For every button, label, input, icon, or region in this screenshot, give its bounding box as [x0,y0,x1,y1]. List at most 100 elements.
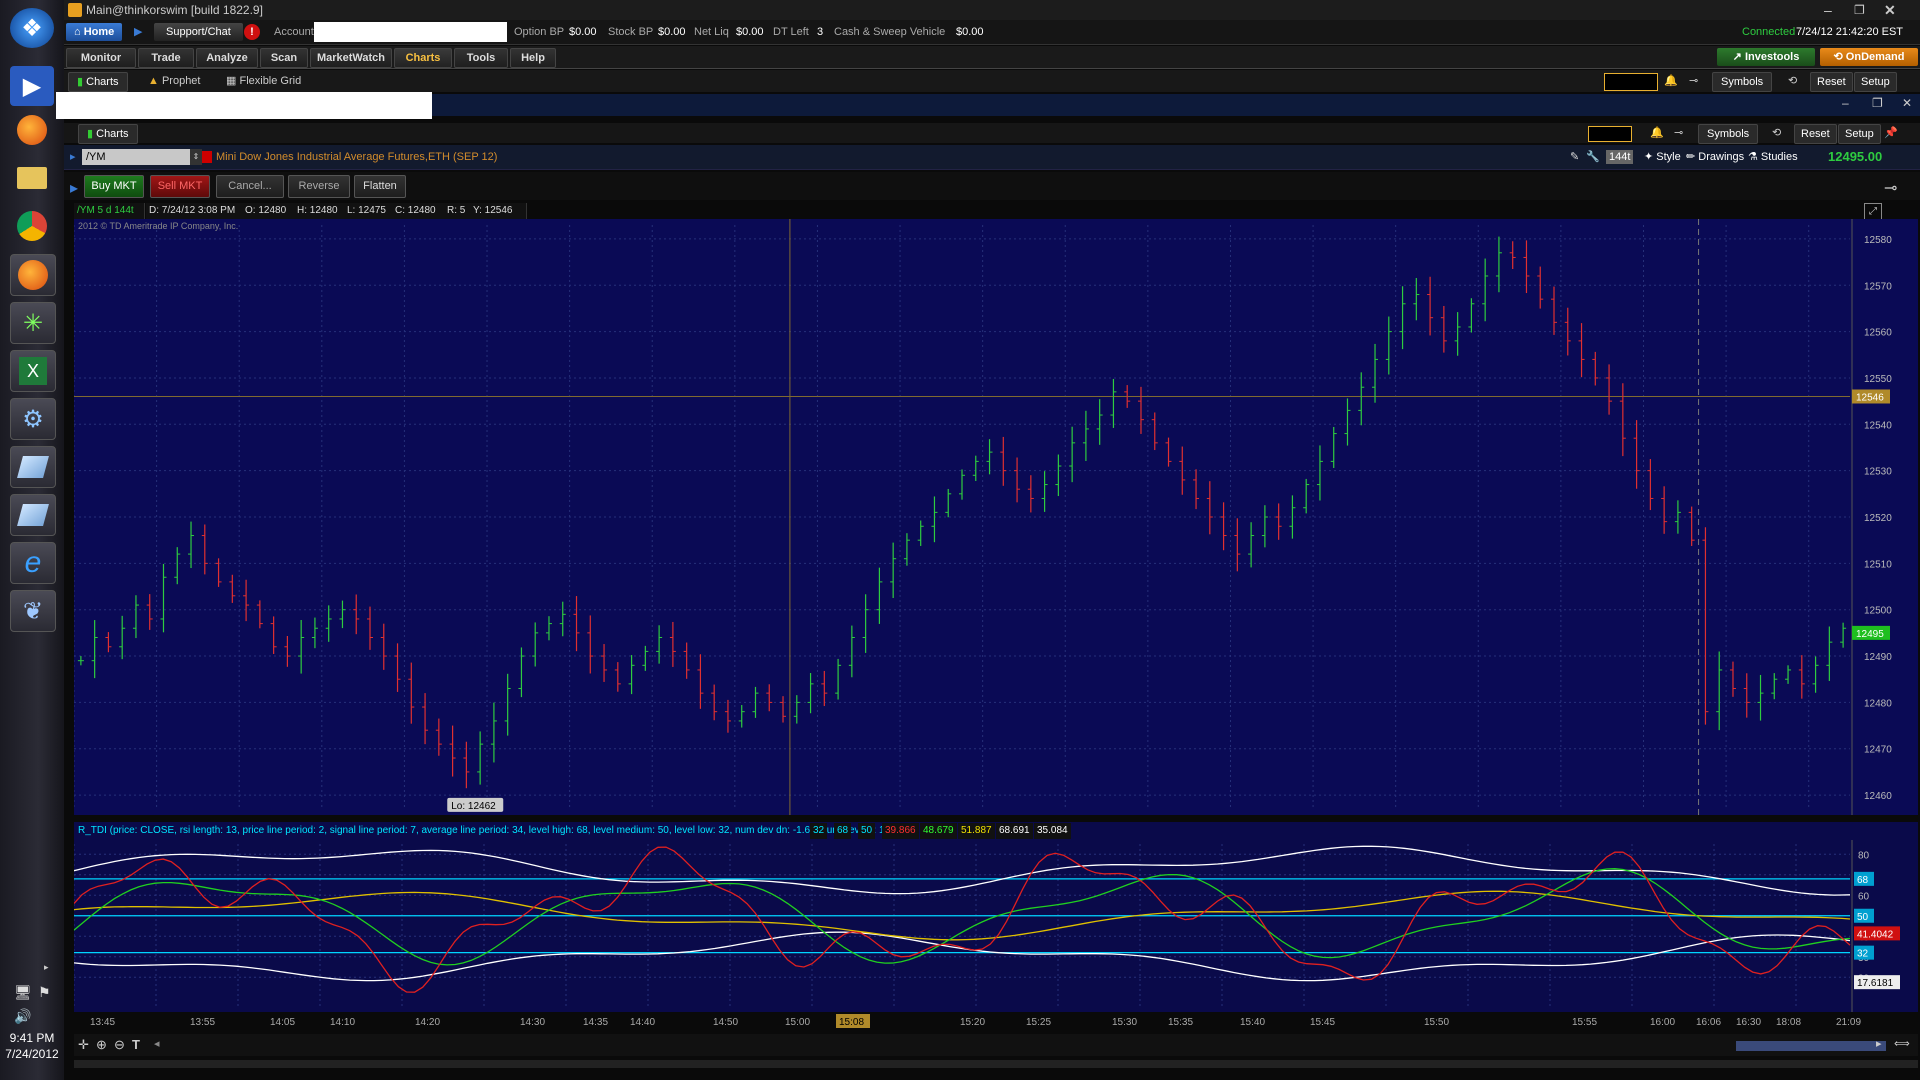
setup-button[interactable]: Setup [1838,124,1881,144]
account-selector[interactable] [314,22,507,42]
ohlc-bar [1055,454,1062,497]
tab-scan[interactable]: Scan [260,48,308,68]
cancel-button[interactable]: Cancel... [216,175,284,198]
setup-button[interactable]: Setup [1854,72,1897,92]
tab-monitor[interactable]: Monitor [66,48,136,68]
minimize-icon[interactable]: – [1824,0,1832,20]
folder-icon[interactable] [10,158,54,198]
ohlc-bar [1812,656,1819,693]
drawings-button[interactable]: ✏ Drawings [1686,145,1744,169]
text-tool-icon[interactable]: T [132,1037,140,1052]
app-green-icon[interactable]: ✳ [10,302,56,344]
bell-icon[interactable]: 🔔 [1664,70,1678,92]
studies-button[interactable]: ⚗ Studies [1748,145,1798,169]
blue-app-icon[interactable]: ❦ [10,590,56,632]
ohlc-bar [1220,502,1227,551]
layout-selector[interactable] [1604,73,1658,91]
restore-icon[interactable]: ❐ [1872,96,1883,110]
flag-icon[interactable]: ⚑ [38,984,51,1001]
tab-charts[interactable]: Charts [394,48,452,68]
ohlc-bar [1137,386,1144,434]
price-chart-svg[interactable]: 12460 12470 12480 12490 12500 12510 12520 12530… [73,219,1918,815]
expand-horizontal-icon[interactable]: ⟺ [1894,1037,1910,1050]
symbol-dropdown-icon[interactable]: ⇕ [190,149,202,165]
alert-icon[interactable]: ! [244,24,260,40]
crosshair-tool-icon[interactable]: ✛ [78,1037,89,1053]
home-button[interactable]: ⌂ Home [66,23,123,41]
excel-icon[interactable]: X [10,350,56,392]
reset-button[interactable]: Reset [1794,124,1837,144]
ohlc-bar [256,600,263,629]
scroll-left-icon[interactable]: ◂ [154,1037,160,1050]
buy-mkt-button[interactable]: Buy MKT [84,175,144,198]
price-tick-label: 12540 [1864,420,1892,431]
pin-icon[interactable]: ⊸ [1884,178,1897,198]
reset-button[interactable]: Reset [1810,72,1853,92]
minimize-icon[interactable]: – [1842,96,1849,110]
account-label: Account [274,26,314,38]
control-panel-icon[interactable]: ⚙ [10,398,56,440]
ohlc-bar [1592,351,1599,386]
ohlc-bar [780,696,787,723]
time-tick-label: 14:10 [330,1017,355,1028]
tab-help[interactable]: Help [510,48,556,68]
close-icon[interactable]: ✕ [1902,96,1912,110]
horizontal-scrollbar[interactable] [1736,1041,1886,1051]
wrench-icon[interactable]: 🔧 [1586,145,1600,169]
ohlc-bar [1661,486,1668,534]
scroll-right-icon[interactable]: ▸ [1876,1037,1882,1050]
windows-start-icon[interactable]: ❖ [10,8,54,48]
investools-button[interactable]: ↗ Investools [1717,48,1815,66]
subtab-charts[interactable]: ▮ Charts [68,72,128,92]
history-icon[interactable]: ⟲ [1772,123,1781,143]
subtab-flexible-grid[interactable]: ▦ Flexible Grid [226,70,301,92]
tab-analyze[interactable]: Analyze [196,48,258,68]
tab-trade[interactable]: Trade [138,48,194,68]
tab-marketwatch[interactable]: MarketWatch [310,48,392,68]
expand-chart-icon[interactable]: ⤢ [1864,203,1882,220]
link-icon[interactable]: ⊸ [1674,123,1683,143]
aggregation-selector[interactable]: 144t [1606,150,1634,164]
price-chart[interactable]: 12460 12470 12480 12490 12500 12510 12520 12530… [73,219,1918,815]
price-tick-label: 12560 [1864,328,1892,339]
layout-selector[interactable] [1588,126,1632,142]
close-icon[interactable]: ✕ [1884,0,1896,20]
expand-tray-icon[interactable]: ▸ [44,962,49,973]
ohlc-bar [821,670,828,707]
subtab-prophet[interactable]: ▲ Prophet [148,70,200,92]
style-button[interactable]: ✦ Style [1644,145,1681,169]
status-strip [74,1060,1918,1068]
sell-mkt-button[interactable]: Sell MKT [150,175,210,198]
system-clock[interactable]: 9:41 PM 7/24/2012 [0,1030,64,1062]
firefox-icon[interactable] [10,254,56,296]
info-low: L: 12475 [344,203,393,219]
ie-icon[interactable]: e [10,542,56,584]
restore-icon[interactable]: ❐ [1854,0,1865,20]
crosshair-icon[interactable]: ✎ [1570,145,1579,169]
network-icon[interactable]: 🖥 [14,984,32,1001]
symbols-button[interactable]: Symbols [1712,72,1773,92]
tab-tools[interactable]: Tools [454,48,508,68]
support-chat-button[interactable]: Support/Chat [154,23,243,41]
book-icon[interactable] [10,494,56,536]
history-icon[interactable]: ⟲ [1788,70,1797,92]
reverse-button[interactable]: Reverse [288,175,350,198]
ondemand-button[interactable]: ⟲ OnDemand [1820,48,1918,66]
symbols-button[interactable]: Symbols [1698,124,1759,144]
tdi-chart-svg[interactable]: 8070605040302068503241.404217.6181 [73,840,1918,1012]
firefox-icon[interactable] [10,110,54,150]
bell-icon[interactable]: 🔔 [1650,123,1664,143]
pin-icon[interactable]: 📌 [1884,123,1898,143]
flatten-button[interactable]: Flatten [354,175,406,198]
media-player-icon[interactable]: ▶ [10,66,54,106]
ohlc-bar [1826,626,1833,681]
volume-icon[interactable]: 🔊 [14,1008,31,1025]
book-icon[interactable] [10,446,56,488]
zoom-in-icon[interactable]: ⊕ [96,1037,107,1053]
tdi-study-chart[interactable]: 8070605040302068503241.404217.6181 [73,840,1918,1012]
chrome-icon[interactable] [10,206,54,246]
chart-panel-tab[interactable]: ▮ Charts [78,124,138,144]
symbol-input[interactable]: /YM [82,149,194,165]
link-icon[interactable]: ⊸ [1689,70,1698,92]
zoom-out-icon[interactable]: ⊖ [114,1037,125,1053]
